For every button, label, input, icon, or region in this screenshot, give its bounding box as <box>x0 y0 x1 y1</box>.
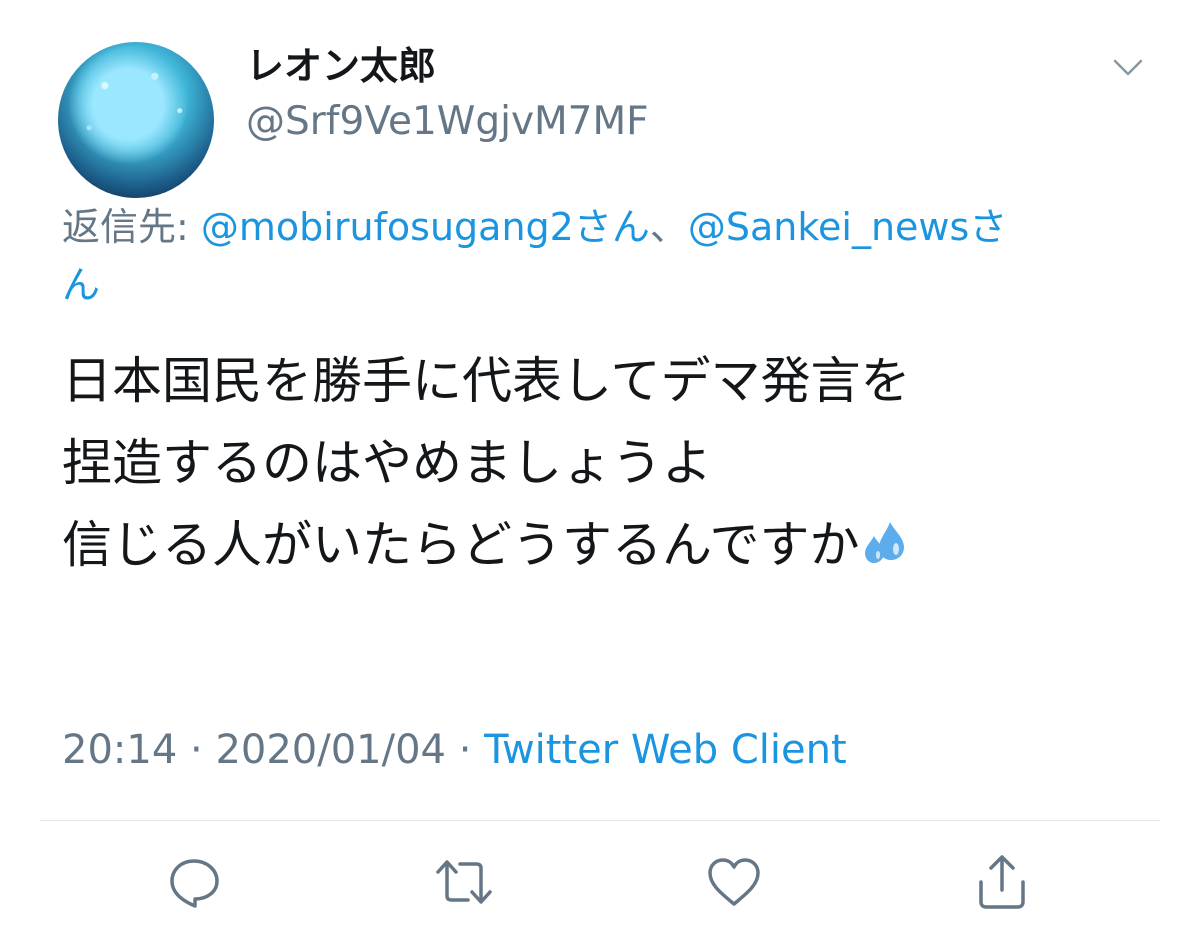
divider <box>40 820 1160 821</box>
like-button[interactable] <box>704 852 764 912</box>
tweet-client[interactable]: Twitter Web Client <box>484 727 847 773</box>
reply-mention-link[interactable]: @mobirufosugang2さん <box>201 205 650 249</box>
chevron-down-icon[interactable] <box>1112 56 1144 80</box>
tweet-text: 日本国民を勝手に代表してデマ発言を 捏造するのはやめましょうよ 信じる人がいたら… <box>62 340 1172 586</box>
retweet-icon <box>436 860 492 904</box>
meta-separator: · <box>445 727 485 773</box>
reply-button[interactable] <box>164 852 224 912</box>
tweet-text-line: 日本国民を勝手に代表してデマ発言を <box>62 352 911 410</box>
share-icon <box>979 855 1025 909</box>
tweet-text-line: 捏造するのはやめましょうよ <box>62 434 712 492</box>
reply-mention-link[interactable]: @Sankei_newsさ <box>688 205 1007 249</box>
sweat-droplets-emoji <box>860 510 910 563</box>
retweet-button[interactable] <box>434 852 494 912</box>
reply-separator: 、 <box>649 205 688 249</box>
tweet-text-line-with-emoji: 信じる人がいたらどうするんですか <box>62 504 1172 586</box>
meta-separator: · <box>177 727 216 773</box>
tweet-time[interactable]: 20:14 <box>62 727 177 773</box>
reply-to-line: 返信先: @mobirufosugang2さん、@Sankei_newsさん <box>62 198 1142 314</box>
display-name[interactable]: レオン太郎 <box>246 40 436 92</box>
tweet-text-line: 信じる人がいたらどうするんですか <box>62 516 860 574</box>
tweet-meta: 20:14 · 2020/01/04 · Twitter Web Client <box>62 722 847 778</box>
like-icon <box>708 858 760 906</box>
reply-icon <box>170 859 219 908</box>
handle[interactable]: @Srf9Ve1WgjvM7MF <box>246 96 649 148</box>
tweet-date[interactable]: 2020/01/04 <box>215 727 446 773</box>
reply-mention-link-wrap[interactable]: ん <box>62 263 100 307</box>
avatar[interactable] <box>58 42 214 198</box>
reply-prefix: 返信先: <box>62 205 201 249</box>
share-button[interactable] <box>972 852 1032 912</box>
